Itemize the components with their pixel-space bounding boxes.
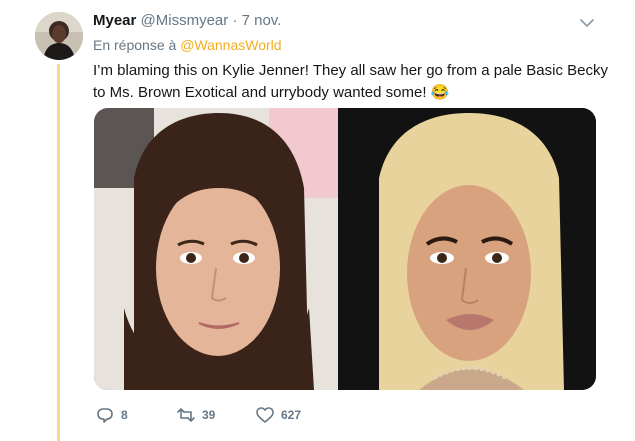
reply-icon (97, 408, 113, 423)
retweet-button[interactable]: 39 (177, 404, 215, 426)
like-button[interactable]: 627 (256, 404, 301, 426)
heart-icon (256, 407, 274, 423)
thread-line (57, 64, 60, 441)
tweet-media[interactable] (94, 108, 596, 390)
tweet-header: Myear @Missmyear · 7 nov. (93, 11, 281, 31)
image-left-icon (94, 108, 338, 390)
tweet-date[interactable]: 7 nov. (242, 12, 282, 29)
reply-count: 8 (121, 408, 128, 422)
author-name[interactable]: Myear (93, 12, 136, 29)
avatar[interactable] (35, 12, 83, 60)
separator: · (232, 12, 238, 29)
reply-prefix: En réponse à (93, 37, 177, 53)
reply-mention-link[interactable]: @WannasWorld (180, 37, 281, 53)
tweet[interactable]: Myear @Missmyear · 7 nov. En réponse à @… (0, 0, 635, 441)
reply-context: En réponse à @WannasWorld (93, 36, 282, 54)
retweet-icon (177, 408, 195, 422)
avatar-image (35, 12, 83, 60)
author-handle[interactable]: @Missmyear (141, 12, 229, 29)
image-right-icon (338, 108, 596, 390)
retweet-count: 39 (202, 408, 216, 422)
like-count: 627 (281, 408, 302, 422)
reply-button[interactable]: 8 (96, 404, 128, 426)
chevron-down-icon[interactable] (578, 14, 596, 32)
tweet-text: I’m blaming this on Kylie Jenner! They a… (93, 62, 608, 101)
